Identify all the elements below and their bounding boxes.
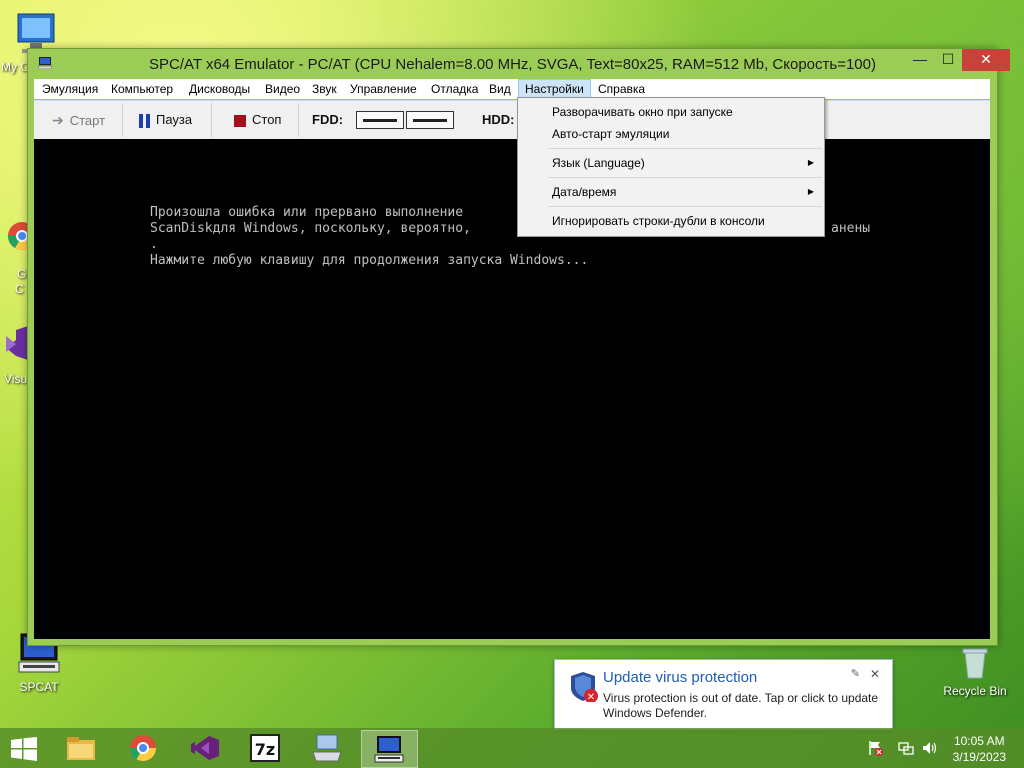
desktop-icon-spcat-label: SPCAT [19, 680, 59, 694]
7zip-icon: 7z [250, 734, 280, 762]
pause-button[interactable]: Пауза [123, 103, 212, 137]
notification-title: Update virus protection [603, 669, 758, 686]
spcat-icon [374, 736, 404, 763]
start-button-label: Старт [69, 113, 106, 128]
taskbar-spcat-running[interactable] [361, 730, 418, 768]
taskbar-spcat-pinned[interactable] [300, 730, 355, 766]
defender-notification[interactable]: ✕ Update virus protection Virus protecti… [554, 659, 893, 730]
menu-settings[interactable]: Настройки [518, 79, 591, 99]
toolbar: ➔ Старт Пауза Стоп FDD: HDD: [34, 100, 990, 139]
menu-item-language-label: Язык (Language) [552, 156, 645, 170]
fdd-drive-b-icon[interactable] [406, 111, 454, 129]
menu-item-maximize-on-start-label: Разворачивать окно при запуске [552, 105, 733, 119]
window-title: SPC/AT x64 Emulator - PC/AT (CPU Nehalem… [148, 56, 876, 73]
svg-text:✕: ✕ [587, 692, 595, 702]
recycle-bin-icon [962, 648, 988, 679]
desktop-icon-recycle-bin-label: Recycle Bin [943, 684, 1007, 698]
menu-separator [548, 148, 822, 149]
emulator-screen[interactable]: Произошла ошибка или прервано выполнение… [34, 139, 990, 639]
taskbar-chrome[interactable] [116, 730, 171, 766]
menu-item-auto-start-label: Авто-старт эмуляции [552, 127, 670, 141]
desktop-icon-visual-studio-partial[interactable]: Visu [0, 326, 28, 386]
menu-view[interactable]: Вид [483, 79, 517, 99]
taskbar-7zip[interactable]: 7z [238, 730, 293, 766]
menu-emulation[interactable]: Эмуляция [36, 79, 104, 99]
stop-button[interactable]: Стоп [212, 103, 299, 137]
desktop-icon-recycle-bin[interactable]: Recycle Bin [940, 644, 1010, 698]
notification-settings-icon[interactable]: ✎ [851, 667, 860, 680]
menu-item-datetime-label: Дата/время [552, 185, 617, 199]
title-bar[interactable]: SPC/AT x64 Emulator - PC/AT (CPU Nehalem… [28, 49, 1010, 79]
folder-icon [67, 737, 95, 760]
start-button-windows-icon[interactable] [10, 737, 38, 761]
menu-separator [548, 206, 822, 207]
menu-item-maximize-on-start[interactable]: Разворачивать окно при запуске [518, 101, 824, 123]
clock-time: 10:05 AM [953, 734, 1005, 748]
emulator-window: SPC/AT x64 Emulator - PC/AT (CPU Nehalem… [27, 48, 1010, 646]
hdd-label: HDD: [482, 112, 515, 127]
minimize-button[interactable]: — [906, 49, 934, 71]
menu-item-auto-start[interactable]: Авто-старт эмуляции [518, 123, 824, 145]
desktop-icon-chrome-partial[interactable]: G C [0, 218, 36, 296]
start-button[interactable]: ➔ Старт [38, 103, 123, 137]
taskbar-visual-studio[interactable] [178, 730, 233, 766]
chrome-icon [8, 222, 36, 250]
fdd-label: FDD: [312, 112, 344, 127]
svg-text:7z: 7z [255, 740, 275, 759]
start-arrow-icon: ➔ [52, 112, 64, 128]
desktop-icon-my-computer-label: My C [1, 60, 29, 74]
computer-keyboard-icon [312, 734, 342, 762]
chrome-icon [129, 735, 157, 762]
visual-studio-icon [6, 326, 28, 360]
network-icon[interactable] [898, 740, 914, 756]
volume-icon[interactable] [922, 740, 938, 756]
menu-bar: Эмуляция Компьютер Дисководы Видео Звук … [34, 79, 990, 99]
menu-item-ignore-duplicates[interactable]: Игнорировать строки-дубли в консоли [518, 210, 824, 232]
close-button[interactable]: ✕ [962, 49, 1010, 71]
console-line-4: Нажмите любую клавишу для продолжения за… [150, 253, 589, 268]
console-line-3: . [150, 237, 158, 252]
notification-close-icon[interactable]: ✕ [870, 667, 880, 681]
pause-icon [139, 113, 150, 128]
menu-video[interactable]: Видео [259, 79, 306, 99]
menu-sound[interactable]: Звук [306, 79, 343, 99]
visual-studio-icon [191, 736, 219, 760]
pause-button-label: Пауза [156, 112, 193, 127]
menu-item-ignore-duplicates-label: Игнорировать строки-дубли в консоли [552, 214, 765, 228]
stop-icon [234, 114, 246, 127]
defender-shield-icon: ✕ [571, 672, 598, 702]
submenu-arrow-icon: ▶ [807, 187, 814, 196]
menu-item-datetime[interactable]: Дата/время ▶ [518, 181, 824, 203]
fdd-drive-a-icon[interactable] [356, 111, 404, 129]
desktop-icon-visual-studio-label: Visu [4, 372, 28, 386]
taskbar: 7z 10:05 AM 3/19/2023 [0, 728, 1024, 768]
menu-computer[interactable]: Компьютер [105, 79, 179, 99]
desktop-icon-chrome-label-1: G [17, 267, 27, 281]
menu-control[interactable]: Управление [344, 79, 423, 99]
menu-help[interactable]: Справка [592, 79, 651, 99]
taskbar-file-explorer[interactable] [54, 730, 109, 766]
submenu-arrow-icon: ▶ [807, 158, 814, 167]
clock-date: 3/19/2023 [952, 750, 1006, 764]
action-center-flag-icon[interactable] [868, 740, 884, 756]
console-line-2-tail: анены [831, 221, 871, 236]
menu-debug[interactable]: Отладка [425, 79, 484, 99]
stop-button-label: Стоп [252, 112, 282, 127]
desktop-icon-chrome-label-2: C [15, 282, 24, 296]
menu-separator [548, 177, 822, 178]
menu-drives[interactable]: Дисководы [183, 79, 256, 99]
settings-dropdown-menu: Разворачивать окно при запуске Авто-стар… [517, 97, 825, 237]
maximize-button[interactable]: ☐ [934, 49, 962, 71]
taskbar-clock[interactable]: 10:05 AM 3/19/2023 [953, 733, 1006, 765]
notification-text: Virus protection is out of date. Tap or … [603, 691, 879, 720]
menu-item-language[interactable]: Язык (Language) ▶ [518, 152, 824, 174]
